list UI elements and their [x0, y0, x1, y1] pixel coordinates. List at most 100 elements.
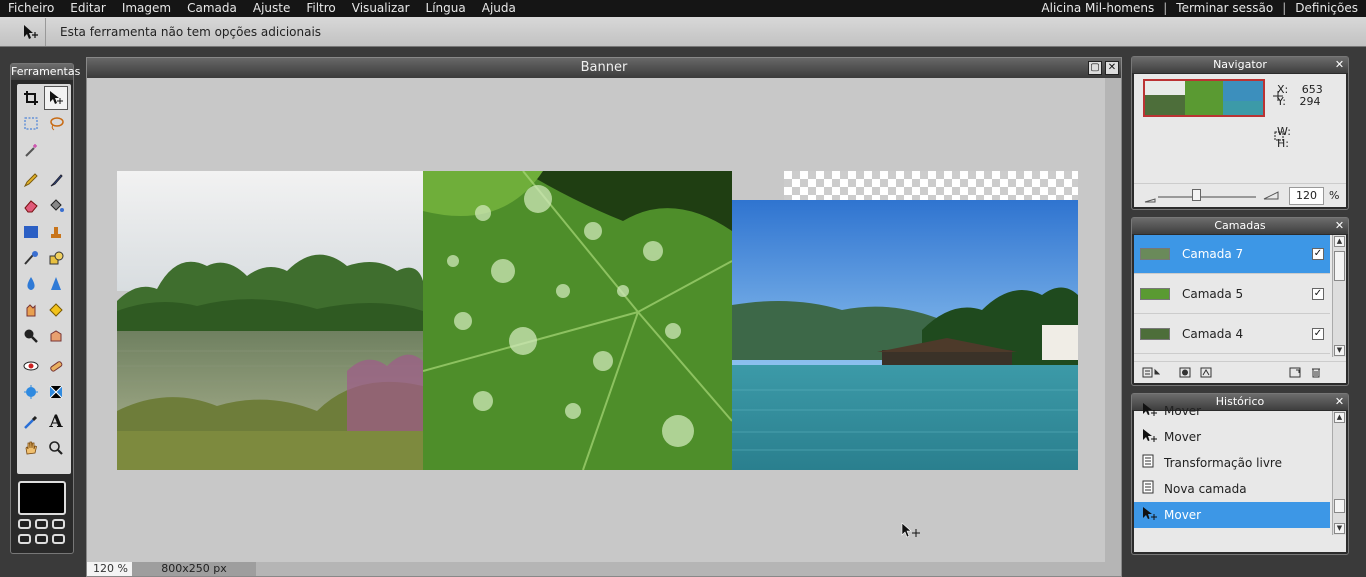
swatch-grid: [18, 519, 68, 549]
menu-ajuste[interactable]: Ajuste: [245, 0, 299, 17]
user-name[interactable]: Alicina Mil-homens: [1033, 0, 1162, 17]
layer-row[interactable]: Camada 5 ✓: [1134, 275, 1330, 314]
lasso-icon[interactable]: [44, 112, 68, 136]
document-window: Banner ▢ ✕ 120 % 800x250 px: [86, 57, 1122, 577]
history-panel: Histórico ✕ Mover Mover Transformação li…: [1131, 393, 1349, 555]
menu-imagem[interactable]: Imagem: [114, 0, 179, 17]
history-item[interactable]: Mover: [1134, 424, 1330, 450]
swatch[interactable]: [52, 519, 65, 529]
brush-icon[interactable]: [44, 168, 68, 192]
drawing-icon[interactable]: [44, 246, 68, 270]
spot-heal-icon[interactable]: [44, 354, 68, 378]
swatch[interactable]: [18, 534, 31, 544]
swatch[interactable]: [35, 519, 48, 529]
navigator-body: X: 653 Y: 294 W: H: 120 %: [1134, 74, 1346, 207]
canvas-area[interactable]: [87, 78, 1105, 562]
history-item[interactable]: Transformação livre: [1134, 450, 1330, 476]
layer-name: Camada 4: [1182, 327, 1244, 341]
layers-scrollbar[interactable]: ▲ ▼: [1332, 235, 1346, 357]
menu-lingua[interactable]: Língua: [418, 0, 474, 17]
eraser-icon[interactable]: [19, 194, 43, 218]
close-icon[interactable]: ✕: [1334, 396, 1345, 407]
color-replace-icon[interactable]: [19, 246, 43, 270]
zoom-out-icon[interactable]: [1144, 192, 1156, 206]
menu-camada[interactable]: Camada: [179, 0, 245, 17]
scroll-down-icon[interactable]: ▼: [1334, 523, 1345, 534]
maximize-button[interactable]: ▢: [1088, 61, 1102, 75]
layer-style-icon[interactable]: [1200, 367, 1212, 381]
move-cursor-icon: [901, 522, 921, 543]
burn-icon[interactable]: [44, 324, 68, 348]
zoom-level[interactable]: 120 %: [87, 562, 132, 576]
menu-ajuda[interactable]: Ajuda: [474, 0, 524, 17]
document-icon: [1142, 480, 1160, 498]
document-title-bar[interactable]: Banner ▢ ✕: [87, 58, 1121, 78]
layer-visibility-checkbox[interactable]: ✓: [1312, 328, 1324, 340]
paint-bucket-icon[interactable]: [44, 194, 68, 218]
close-icon[interactable]: ✕: [1334, 59, 1345, 70]
dodge-icon[interactable]: [19, 324, 43, 348]
pinch-icon[interactable]: [44, 380, 68, 404]
new-layer-icon[interactable]: [1289, 367, 1301, 381]
move-icon[interactable]: [44, 86, 68, 110]
zoom-input[interactable]: 120: [1289, 187, 1324, 205]
layer-settings-icon[interactable]: [1142, 367, 1161, 381]
red-eye-icon[interactable]: [19, 354, 43, 378]
layer-row[interactable]: Camada 4 ✓: [1134, 315, 1330, 354]
zoom-slider-thumb[interactable]: [1192, 189, 1201, 201]
menu-ficheiro[interactable]: Ficheiro: [0, 0, 62, 17]
history-item[interactable]: Nova camada: [1134, 476, 1330, 502]
logout-link[interactable]: Terminar sessão: [1168, 0, 1281, 17]
marquee-icon[interactable]: [19, 112, 43, 136]
foreground-color-swatch[interactable]: [18, 481, 66, 515]
navigator-title: Navigator ✕: [1132, 57, 1348, 73]
history-item[interactable]: Mover: [1134, 398, 1330, 424]
pencil-icon[interactable]: [19, 168, 43, 192]
scroll-up-icon[interactable]: ▲: [1334, 412, 1345, 423]
layer-visibility-checkbox[interactable]: ✓: [1312, 288, 1324, 300]
scroll-thumb[interactable]: [1334, 499, 1345, 513]
crop-icon[interactable]: [19, 86, 43, 110]
settings-link[interactable]: Definições: [1287, 0, 1366, 17]
leaf-photo[interactable]: [423, 171, 732, 470]
magic-wand-icon[interactable]: [19, 138, 43, 162]
smudge-icon[interactable]: [19, 298, 43, 322]
swatch[interactable]: [52, 534, 65, 544]
scroll-down-icon[interactable]: ▼: [1334, 345, 1345, 356]
menu-editar[interactable]: Editar: [62, 0, 114, 17]
zoom-icon[interactable]: [44, 436, 68, 460]
lake-photo[interactable]: [117, 171, 423, 470]
swatch[interactable]: [18, 519, 31, 529]
blur-icon[interactable]: [19, 272, 43, 296]
zoom-in-icon[interactable]: [1263, 189, 1279, 203]
sponge-icon[interactable]: [44, 298, 68, 322]
history-label: Transformação livre: [1164, 456, 1282, 470]
close-icon[interactable]: ✕: [1334, 220, 1345, 231]
layer-mask-icon[interactable]: [1179, 367, 1191, 381]
hand-icon[interactable]: [19, 436, 43, 460]
swatch[interactable]: [35, 534, 48, 544]
color-picker-icon[interactable]: [19, 410, 43, 434]
history-scrollbar[interactable]: ▲ ▼: [1332, 411, 1346, 535]
layer-visibility-checkbox[interactable]: ✓: [1312, 248, 1324, 260]
menu-visualizar[interactable]: Visualizar: [344, 0, 418, 17]
text-icon[interactable]: A: [44, 410, 68, 434]
layer-row[interactable]: Camada 7 ✓: [1134, 235, 1330, 274]
sharpen-icon[interactable]: [44, 272, 68, 296]
transparent-area: [784, 171, 1078, 200]
toolbox-title: Ferramentas: [11, 64, 81, 80]
boathouse-lake-photo[interactable]: [732, 200, 1078, 470]
history-item[interactable]: Mover: [1134, 502, 1330, 528]
bloat-icon[interactable]: [19, 380, 43, 404]
menu-filtro[interactable]: Filtro: [298, 0, 343, 17]
vertical-scrollbar[interactable]: [1105, 78, 1121, 562]
scroll-thumb[interactable]: [1334, 251, 1345, 281]
scroll-up-icon[interactable]: ▲: [1334, 236, 1345, 247]
close-button[interactable]: ✕: [1105, 61, 1119, 75]
navigator-thumbnail[interactable]: [1143, 79, 1265, 117]
zoom-slider-track[interactable]: [1158, 196, 1256, 198]
delete-layer-icon[interactable]: [1310, 367, 1322, 381]
options-text: Esta ferramenta não tem opções adicionai…: [60, 24, 322, 39]
stamp-icon[interactable]: [44, 220, 68, 244]
gradient-icon[interactable]: [19, 220, 43, 244]
